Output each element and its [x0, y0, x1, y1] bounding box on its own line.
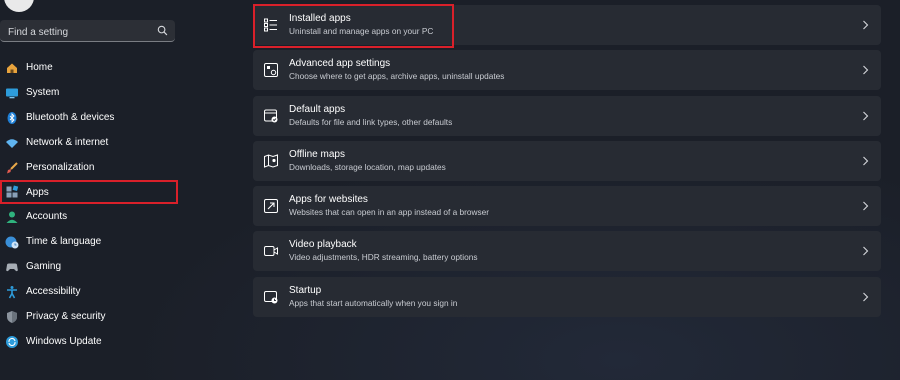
- sidebar-nav: Home System Bluetooth & devices Network …: [0, 55, 180, 354]
- row-title: Offline maps: [289, 148, 345, 160]
- sidebar-item-privacy-security[interactable]: Privacy & security: [0, 304, 180, 329]
- sidebar-item-label: Apps: [26, 186, 49, 198]
- sidebar-item-label: Network & internet: [26, 137, 109, 148]
- app-settings-icon: [264, 63, 278, 78]
- apps-for-websites-row[interactable]: Apps for websites Websites that can open…: [253, 186, 881, 227]
- default-apps-row[interactable]: Default apps Defaults for file and link …: [253, 95, 881, 136]
- video-icon: [264, 246, 278, 257]
- sidebar-item-accessibility[interactable]: Accessibility: [0, 279, 180, 304]
- search-icon[interactable]: [157, 25, 168, 36]
- sidebar-item-system[interactable]: System: [0, 80, 180, 105]
- sidebar-item-label: Windows Update: [26, 336, 102, 347]
- gamepad-icon: [6, 263, 18, 271]
- sidebar-item-network[interactable]: Network & internet: [0, 130, 180, 155]
- home-icon: [7, 63, 17, 73]
- sidebar-item-label: Accessibility: [26, 286, 81, 297]
- chevron-right-icon: [863, 20, 869, 30]
- list-icon: [264, 18, 277, 32]
- sidebar-item-accounts[interactable]: Accounts: [0, 204, 180, 229]
- offline-maps-row[interactable]: Offline maps Downloads, storage location…: [253, 140, 881, 181]
- sidebar-item-apps[interactable]: Apps: [0, 180, 178, 204]
- search-box[interactable]: [0, 20, 175, 42]
- sidebar-item-windows-update[interactable]: Windows Update: [0, 329, 180, 354]
- person-icon: [6, 211, 18, 223]
- row-subtitle: Websites that can open in an app instead…: [289, 207, 490, 218]
- map-icon: [264, 154, 278, 168]
- sidebar-item-label: Bluetooth & devices: [26, 112, 115, 123]
- chevron-right-icon: [863, 247, 869, 256]
- row-subtitle: Choose where to get apps, archive apps, …: [289, 71, 505, 82]
- sidebar-item-home[interactable]: Home: [0, 55, 180, 80]
- sidebar-item-label: System: [26, 87, 60, 98]
- sidebar-item-label: Gaming: [26, 261, 62, 272]
- chevron-right-icon: [863, 111, 869, 120]
- sidebar-item-label: Privacy & security: [26, 311, 106, 322]
- accessibility-icon: [7, 285, 17, 298]
- startup-row[interactable]: Startup Apps that start automatically wh…: [253, 276, 881, 317]
- row-title: Advanced app settings: [289, 58, 391, 70]
- chevron-right-icon: [863, 292, 869, 302]
- advanced-app-settings-row[interactable]: Advanced app settings Choose where to ge…: [253, 50, 881, 91]
- sidebar-item-bluetooth[interactable]: Bluetooth & devices: [0, 105, 180, 130]
- shield-icon: [7, 310, 17, 323]
- wifi-icon: [6, 138, 18, 148]
- row-subtitle: Defaults for file and link types, other …: [289, 116, 453, 127]
- sidebar-item-label: Home: [26, 62, 53, 73]
- monitor-icon: [6, 88, 18, 98]
- row-title: Startup: [289, 284, 322, 296]
- search-input[interactable]: [6, 23, 150, 41]
- sidebar-item-label: Time & language: [26, 236, 102, 247]
- row-subtitle: Downloads, storage location, map updates: [289, 161, 446, 172]
- sidebar-item-personalization[interactable]: Personalization: [0, 155, 180, 180]
- chevron-right-icon: [863, 156, 869, 166]
- chevron-right-icon: [863, 65, 869, 75]
- row-title: Installed apps: [289, 13, 351, 24]
- row-subtitle: Uninstall and manage apps on your PC: [289, 26, 434, 36]
- bluetooth-icon: [7, 111, 17, 124]
- brush-icon: [7, 161, 18, 173]
- sidebar-item-gaming[interactable]: Gaming: [0, 254, 180, 279]
- row-subtitle: Video adjustments, HDR streaming, batter…: [289, 252, 478, 263]
- update-icon: [6, 335, 18, 348]
- sidebar-item-label: Personalization: [26, 162, 95, 173]
- video-playback-row[interactable]: Video playback Video adjustments, HDR st…: [253, 231, 881, 272]
- globe-clock-icon: [5, 236, 19, 248]
- startup-icon: [264, 290, 278, 304]
- default-apps-icon: [264, 109, 278, 123]
- row-title: Video playback: [289, 239, 357, 251]
- row-title: Apps for websites: [289, 194, 368, 206]
- open-in-app-icon: [264, 199, 278, 214]
- sidebar-item-label: Accounts: [26, 211, 68, 222]
- row-title: Default apps: [289, 103, 346, 115]
- chevron-right-icon: [863, 201, 869, 211]
- sidebar-item-time-language[interactable]: Time & language: [0, 229, 180, 254]
- installed-apps-row[interactable]: Installed apps Uninstall and manage apps…: [253, 5, 881, 45]
- row-subtitle: Apps that start automatically when you s…: [289, 297, 458, 308]
- apps-settings-list: Installed apps Uninstall and manage apps…: [253, 5, 881, 322]
- apps-icon: [6, 185, 19, 198]
